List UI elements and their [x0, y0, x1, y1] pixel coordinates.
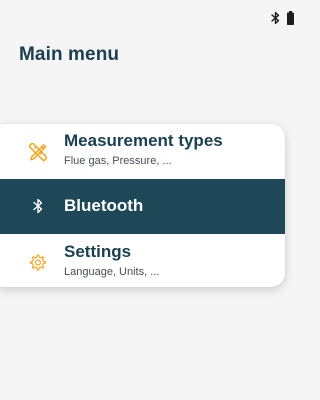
menu-item-settings[interactable]: Settings Language, Units, ... [0, 234, 285, 287]
menu-item-subtitle: Language, Units, ... [64, 266, 160, 278]
battery-icon [287, 11, 294, 25]
menu-item-label: Measurement types [64, 131, 223, 150]
menu-item-label: Settings [64, 242, 132, 261]
main-menu-card: Measurement types Flue gas, Pressure, ..… [0, 124, 285, 287]
menu-item-measurement-types[interactable]: Measurement types Flue gas, Pressure, ..… [0, 124, 285, 179]
status-bar [271, 10, 294, 26]
bluetooth-status-icon [271, 11, 280, 25]
measurement-tools-icon [29, 142, 47, 161]
bluetooth-icon [29, 197, 47, 215]
page-title: Main menu [19, 44, 120, 65]
gear-icon [29, 253, 47, 271]
menu-item-bluetooth[interactable]: Bluetooth [0, 179, 285, 234]
menu-item-label: Bluetooth [64, 196, 144, 215]
menu-item-subtitle: Flue gas, Pressure, ... [64, 155, 172, 167]
